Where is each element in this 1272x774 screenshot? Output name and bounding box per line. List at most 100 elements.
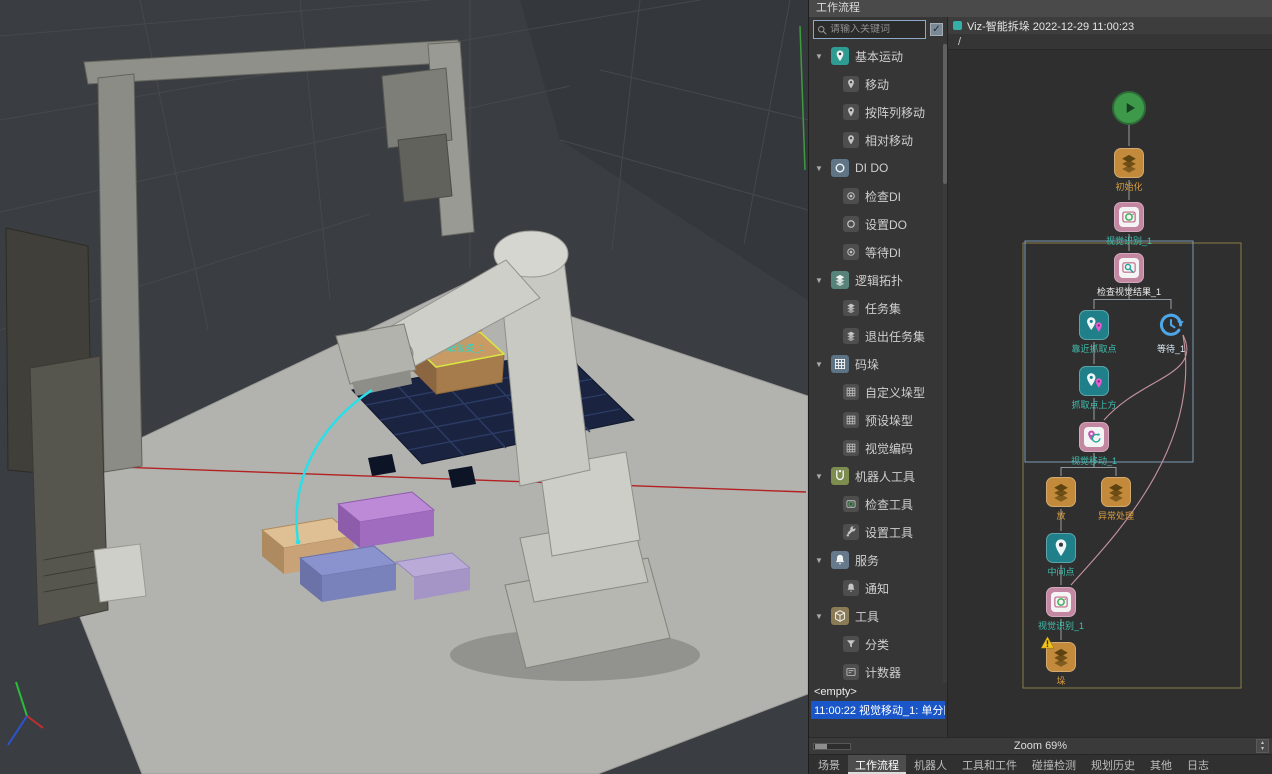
tab-5[interactable]: 规划历史 xyxy=(1084,755,1142,774)
search-box[interactable] xyxy=(813,20,926,39)
layers-icon xyxy=(1118,152,1140,174)
group-frame-1[interactable] xyxy=(1025,241,1193,462)
tree-category[interactable]: ▼服务 xyxy=(809,546,947,574)
tab-0[interactable]: 场景 xyxy=(811,755,847,774)
tree-category[interactable]: ▼ 基本运动 xyxy=(809,42,947,70)
zoom-spinner[interactable]: ▴▾ xyxy=(1256,739,1269,753)
tree-item-label: 按阵列移动 xyxy=(865,104,925,121)
workflow-title: Viz-智能拆垛 2022-12-29 11:00:23 xyxy=(967,18,1134,34)
item-icon-wrap xyxy=(843,440,859,456)
item-icon-wrap xyxy=(843,216,859,232)
dot-icon xyxy=(845,190,857,202)
tree-item[interactable]: 退出任务集 xyxy=(809,322,947,350)
tree-item[interactable]: 设置工具 xyxy=(809,518,947,546)
tree-category[interactable]: ▼DI DO xyxy=(809,154,947,182)
tree-item[interactable]: 等待DI xyxy=(809,238,947,266)
group-frame-0[interactable] xyxy=(1023,243,1241,688)
zoom-slider-thumb[interactable] xyxy=(815,744,827,749)
tab-2[interactable]: 机器人 xyxy=(907,755,954,774)
collapse-arrow-icon[interactable]: ▼ xyxy=(815,472,825,481)
counter-icon xyxy=(845,666,857,678)
collapse-arrow-icon[interactable]: ▼ xyxy=(815,52,825,61)
layers-icon xyxy=(1105,481,1127,503)
item-icon-wrap xyxy=(843,188,859,204)
search-input[interactable] xyxy=(830,24,923,35)
item-icon-wrap xyxy=(843,524,859,540)
node-vmove[interactable] xyxy=(1079,422,1109,452)
tree-item[interactable]: 移动 xyxy=(809,70,947,98)
pin-icon xyxy=(845,78,857,90)
tree-item-label: 等待DI xyxy=(865,244,901,261)
workflow-canvas[interactable]: 初始化视觉识别_1检查视觉结果_1靠近抓取点等待_1抓取点上方视觉移动_1放异常… xyxy=(948,50,1272,737)
tree-item-label: 检查工具 xyxy=(865,496,913,513)
tree-category[interactable]: ▼逻辑拓扑 xyxy=(809,266,947,294)
tree-category-label: 基本运动 xyxy=(855,48,903,65)
gripper-icon xyxy=(833,469,847,483)
pin-icon xyxy=(845,106,857,118)
vision-move-icon xyxy=(1085,428,1103,446)
node-except[interactable] xyxy=(1101,477,1131,507)
tree-item[interactable]: 按阵列移动 xyxy=(809,98,947,126)
tab-4[interactable]: 碰撞检测 xyxy=(1025,755,1083,774)
edge-wait-vmove xyxy=(1104,335,1187,420)
search-icon xyxy=(816,24,828,36)
tree-scrollbar[interactable] xyxy=(943,42,947,683)
3d-viewport[interactable]: 拆垛抓取点 抓取位姿_1 xyxy=(0,0,808,774)
item-icon-wrap xyxy=(843,496,859,512)
tree-item-label: 视觉编码 xyxy=(865,440,913,457)
tab-3[interactable]: 工具和工件 xyxy=(955,755,1024,774)
tree-item[interactable]: 任务集 xyxy=(809,294,947,322)
tree-category[interactable]: ▼码垛 xyxy=(809,350,947,378)
trajectory-end-point xyxy=(296,540,301,545)
tree-item[interactable]: 预设垛型 xyxy=(809,406,947,434)
grid-icon xyxy=(833,357,847,371)
tree-item-label: 通知 xyxy=(865,580,889,597)
node-above[interactable] xyxy=(1079,366,1109,396)
tree-item[interactable]: 检查工具 xyxy=(809,490,947,518)
collapse-arrow-icon[interactable]: ▼ xyxy=(815,276,825,285)
collapse-arrow-icon[interactable]: ▼ xyxy=(815,612,825,621)
tree-item[interactable]: 相对移动 xyxy=(809,126,947,154)
zoom-slider[interactable] xyxy=(813,743,851,750)
node-mid[interactable] xyxy=(1046,533,1076,563)
tree-item-label: 预设垛型 xyxy=(865,412,913,429)
node-vision1[interactable] xyxy=(1114,202,1144,232)
category-icon-wrap xyxy=(831,47,849,65)
pins-icon xyxy=(1083,314,1105,336)
category-icon-wrap xyxy=(831,355,849,373)
workflow-panel: Viz-智能拆垛 2022-12-29 11:00:23 / 初始化视觉识别_1… xyxy=(948,17,1272,737)
breadcrumb: / xyxy=(948,34,1272,50)
grid-icon xyxy=(845,442,857,454)
wait-icon xyxy=(1157,311,1185,339)
tree-category[interactable]: ▼机器人工具 xyxy=(809,462,947,490)
tree-item[interactable]: 自定义垛型 xyxy=(809,378,947,406)
node-vision2[interactable] xyxy=(1046,587,1076,617)
tab-7[interactable]: 日志 xyxy=(1180,755,1216,774)
tree-item[interactable]: 设置DO xyxy=(809,210,947,238)
collapse-arrow-icon[interactable]: ▼ xyxy=(815,556,825,565)
tree-item[interactable]: 通知 xyxy=(809,574,947,602)
layers-icon xyxy=(845,302,857,314)
tree-item[interactable]: 分类 xyxy=(809,630,947,658)
node-stack[interactable] xyxy=(1046,642,1076,672)
node-place[interactable] xyxy=(1046,477,1076,507)
grid-icon xyxy=(845,386,857,398)
collapse-arrow-icon[interactable]: ▼ xyxy=(815,360,825,369)
tree-category[interactable]: ▼工具 xyxy=(809,602,947,630)
node-wait[interactable] xyxy=(1156,310,1186,340)
tree-item[interactable]: 计数器 xyxy=(809,658,947,683)
layers-icon xyxy=(845,330,857,342)
tree-item[interactable]: 视觉编码 xyxy=(809,434,947,462)
camera-icon xyxy=(845,498,857,510)
node-init[interactable] xyxy=(1114,148,1144,178)
filter-checkbox[interactable]: ✓ xyxy=(930,23,943,36)
collapse-arrow-icon[interactable]: ▼ xyxy=(815,164,825,173)
tree-scrollbar-thumb[interactable] xyxy=(943,44,947,184)
node-approach[interactable] xyxy=(1079,310,1109,340)
node-start[interactable] xyxy=(1112,91,1146,125)
node-check[interactable] xyxy=(1114,253,1144,283)
tab-6[interactable]: 其他 xyxy=(1143,755,1179,774)
tree-item[interactable]: 检查DI xyxy=(809,182,947,210)
tab-1[interactable]: 工作流程 xyxy=(848,755,906,774)
category-icon-wrap xyxy=(831,271,849,289)
